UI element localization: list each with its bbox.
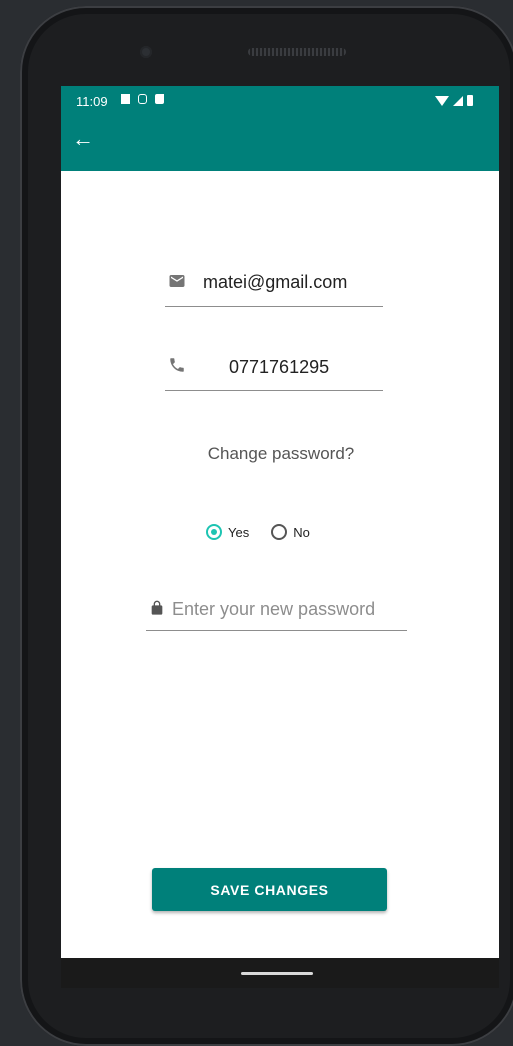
new-password-placeholder: Enter your new password bbox=[172, 599, 376, 619]
radio-yes-indicator[interactable] bbox=[206, 524, 222, 540]
earpiece-speaker bbox=[248, 48, 346, 56]
status-icons-right bbox=[435, 95, 473, 106]
navigation-bar bbox=[61, 958, 499, 988]
phone-field[interactable]: 0771761295 bbox=[165, 342, 383, 391]
screen: 11:09 ← matei@gmail.com 0771761295 Chang… bbox=[61, 86, 499, 988]
change-password-radio-group: Yes No bbox=[206, 524, 310, 540]
radio-no-indicator[interactable] bbox=[271, 524, 288, 540]
new-password-field[interactable]: Enter your new password bbox=[146, 594, 407, 631]
save-changes-button[interactable]: SAVE CHANGES bbox=[152, 868, 387, 911]
status-time: 11:09 bbox=[76, 94, 108, 109]
notification-a-icon bbox=[121, 94, 130, 104]
phone-icon bbox=[170, 358, 184, 372]
radio-yes[interactable]: Yes bbox=[206, 524, 249, 540]
lock-icon bbox=[151, 600, 163, 615]
home-gesture-handle[interactable] bbox=[241, 972, 313, 975]
wifi-icon bbox=[435, 95, 449, 106]
sim-card-icon bbox=[155, 94, 164, 104]
status-icons-left bbox=[121, 94, 164, 104]
front-camera bbox=[140, 46, 152, 58]
radio-yes-label: Yes bbox=[228, 524, 250, 540]
app-bar: ← bbox=[61, 113, 499, 171]
change-password-question: Change password? bbox=[207, 444, 355, 463]
phone-value: 0771761295 bbox=[229, 357, 330, 377]
email-value: matei@gmail.com bbox=[203, 272, 348, 292]
email-field[interactable]: matei@gmail.com bbox=[165, 258, 383, 307]
radio-no-label: No bbox=[293, 524, 310, 540]
battery-icon bbox=[467, 95, 473, 106]
status-bar: 11:09 bbox=[61, 86, 499, 113]
email-icon bbox=[169, 275, 185, 287]
notification-s-icon bbox=[138, 94, 147, 104]
back-arrow-icon[interactable]: ← bbox=[71, 127, 95, 151]
radio-no[interactable]: No bbox=[271, 524, 310, 540]
signal-icon bbox=[453, 95, 463, 106]
